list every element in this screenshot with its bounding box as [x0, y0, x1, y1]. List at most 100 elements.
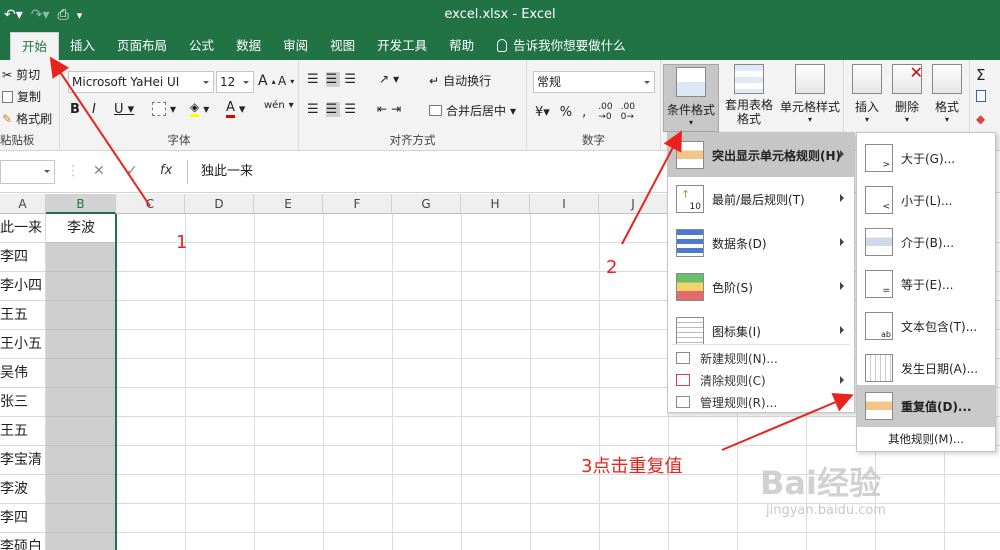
tell-me-box[interactable]: 告诉我你想要做什么: [485, 32, 637, 60]
menu-item-equal-to[interactable]: = 等于(E)...: [857, 263, 995, 305]
name-box[interactable]: [0, 160, 55, 184]
column-header-f[interactable]: F: [323, 194, 392, 214]
vertical-align-buttons[interactable]: ☰ ☰ ☰: [307, 72, 359, 87]
fill-icon[interactable]: [976, 90, 986, 102]
cell-a7[interactable]: 张三: [0, 388, 46, 417]
column-header-e[interactable]: E: [254, 194, 323, 214]
font-size-select[interactable]: 12: [216, 71, 254, 93]
cell-b5[interactable]: [46, 330, 116, 359]
cell-a10[interactable]: 李波: [0, 475, 46, 504]
delete-cells-icon: ✕: [892, 64, 923, 94]
menu-item-greater-than[interactable]: > 大于(G)...: [857, 137, 995, 179]
cell-a4[interactable]: 王五: [0, 301, 46, 330]
cell-b3[interactable]: [46, 272, 116, 301]
menu-item-duplicate-values[interactable]: 重复值(D)...: [857, 385, 995, 427]
cell-b9[interactable]: [46, 446, 116, 475]
underline-button[interactable]: U ▾: [114, 102, 134, 117]
tab-page-layout[interactable]: 页面布局: [106, 32, 178, 60]
menu-item-date-occurring[interactable]: 发生日期(A)...: [857, 347, 995, 389]
orientation-button[interactable]: ↗ ▾: [379, 72, 399, 86]
column-header-h[interactable]: H: [461, 194, 530, 214]
conditional-format-button[interactable]: 条件格式 ▾: [663, 64, 719, 132]
menu-item-more-rules[interactable]: 其他规则(M)...: [857, 429, 995, 449]
tab-formulas[interactable]: 公式: [178, 32, 225, 60]
column-header-j[interactable]: J: [599, 194, 668, 214]
format-cells-button[interactable]: 格式 ▾: [928, 64, 966, 124]
cell-b12[interactable]: [46, 533, 116, 550]
menu-item-text-contains[interactable]: ab 文本包含(T)...: [857, 305, 995, 347]
cell-b11[interactable]: [46, 504, 116, 533]
cell-b10[interactable]: [46, 475, 116, 504]
column-header-a[interactable]: A: [0, 194, 46, 214]
menu-item-highlight-rules[interactable]: 突出显示单元格规则(H): [668, 133, 854, 177]
column-header-b[interactable]: B: [46, 194, 116, 214]
clear-icon[interactable]: ◆: [976, 112, 985, 126]
scissors-icon: ✂: [2, 67, 13, 82]
column-header-c[interactable]: C: [116, 194, 185, 214]
number-format-buttons[interactable]: ¥▾%, .00 →0 .00 0→: [535, 102, 635, 122]
format-painter-button[interactable]: ✎ 格式刷: [2, 110, 52, 127]
column-header-g[interactable]: G: [392, 194, 461, 214]
cell-b4[interactable]: [46, 301, 116, 330]
tab-home[interactable]: 开始: [10, 32, 60, 60]
fill-color-button[interactable]: ◈ ▾: [190, 100, 209, 117]
format-as-table-button[interactable]: 套用表格格式: [721, 64, 777, 126]
tab-data[interactable]: 数据: [225, 32, 272, 60]
phonetic-button[interactable]: wén ▾: [264, 100, 294, 111]
cell-b7[interactable]: [46, 388, 116, 417]
delete-cells-button[interactable]: ✕ 删除 ▾: [888, 64, 926, 124]
menu-item-less-than[interactable]: < 小于(L)...: [857, 179, 995, 221]
copy-icon: [2, 90, 13, 103]
cell-b1[interactable]: 李波: [46, 214, 116, 243]
cell-a1[interactable]: 此一来: [0, 214, 46, 243]
horizontal-align-buttons[interactable]: ☰ ☰ ☰: [307, 102, 359, 117]
cell-styles-button[interactable]: 单元格样式 ▾: [777, 64, 843, 124]
font-color-button[interactable]: A ▾: [226, 100, 245, 118]
border-button[interactable]: ▾: [152, 102, 176, 116]
cell-a9[interactable]: 李宝清: [0, 446, 46, 475]
autosum-icon[interactable]: Σ: [976, 66, 985, 84]
cell-b8[interactable]: [46, 417, 116, 446]
enter-icon[interactable]: ✓: [126, 163, 138, 179]
merge-center-button[interactable]: 合并后居中 ▾: [429, 102, 516, 119]
menu-item-data-bars[interactable]: 数据条(D): [668, 221, 854, 265]
menu-item-manage-rules[interactable]: 管理规则(R)...: [668, 391, 854, 413]
column-header-i[interactable]: I: [530, 194, 599, 214]
cell-a5[interactable]: 王小五: [0, 330, 46, 359]
shrink-font-button[interactable]: A ▾: [278, 74, 294, 88]
indent-buttons[interactable]: ⇤ ⇥: [377, 102, 401, 116]
wrap-text-button[interactable]: ↵ 自动换行: [429, 72, 491, 89]
cell-a2[interactable]: 李四: [0, 243, 46, 272]
menu-item-between[interactable]: 介于(B)...: [857, 221, 995, 263]
italic-button[interactable]: I: [92, 102, 96, 117]
cell-a11[interactable]: 李四: [0, 504, 46, 533]
cell-a8[interactable]: 王五: [0, 417, 46, 446]
tab-help[interactable]: 帮助: [438, 32, 485, 60]
cell-b6[interactable]: [46, 359, 116, 388]
number-format-select[interactable]: 常规: [533, 71, 655, 93]
grow-font-button[interactable]: A ▴: [258, 73, 276, 89]
tab-insert[interactable]: 插入: [59, 32, 106, 60]
insert-cells-button[interactable]: 插入 ▾: [848, 64, 886, 124]
cell-a3[interactable]: 李小四: [0, 272, 46, 301]
menu-item-new-rule[interactable]: 新建规则(N)...: [668, 347, 854, 369]
menu-item-top-bottom-rules[interactable]: ↑ 10 最前/最后规则(T): [668, 177, 854, 221]
alignment-group: ☰ ☰ ☰ ↗ ▾ ↵ 自动换行 ☰ ☰ ☰ ⇤ ⇥ 合并后居中 ▾ 对齐方式: [299, 60, 527, 151]
cancel-icon[interactable]: ✕: [93, 163, 105, 179]
cut-button[interactable]: ✂ 剪切: [2, 66, 40, 83]
bold-button[interactable]: B: [70, 102, 80, 117]
menu-item-color-scales[interactable]: 色阶(S): [668, 265, 854, 309]
font-family-select[interactable]: Microsoft YaHei UI: [68, 71, 214, 93]
column-header-d[interactable]: D: [185, 194, 254, 214]
cell-a6[interactable]: 吴伟: [0, 359, 46, 388]
cell-b2[interactable]: [46, 243, 116, 272]
tab-review[interactable]: 审阅: [272, 32, 319, 60]
icon-sets-icon: [676, 317, 704, 345]
tab-developer[interactable]: 开发工具: [366, 32, 438, 60]
menu-item-clear-rules[interactable]: 清除规则(C): [668, 369, 854, 391]
insert-function-icon[interactable]: fx: [160, 163, 172, 178]
tab-view[interactable]: 视图: [319, 32, 366, 60]
copy-button[interactable]: 复制: [2, 88, 41, 105]
new-rule-icon: [676, 352, 690, 364]
cell-a12[interactable]: 李硕白: [0, 533, 46, 550]
